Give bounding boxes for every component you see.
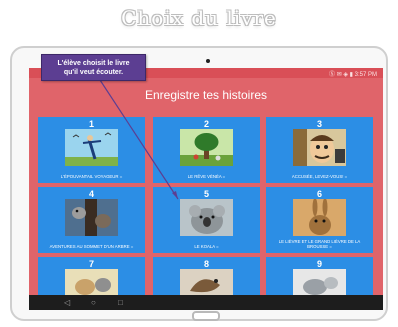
callout-line-2: qu'il veut écouter. <box>63 69 124 76</box>
callout-arrow <box>99 79 179 200</box>
callout-line-1: L'élève choisit le livre <box>57 60 130 67</box>
instruction-callout: L'élève choisit le livre qu'il veut écou… <box>41 54 146 81</box>
